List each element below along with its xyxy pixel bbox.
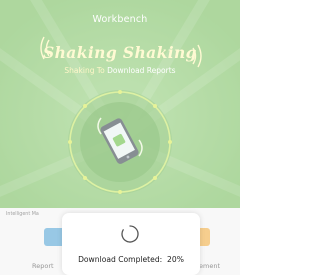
download-status-text: Download Completed: 20%	[78, 255, 184, 264]
download-status-label: Download Completed	[78, 255, 160, 264]
spinner-icon	[121, 225, 139, 243]
download-progress-value: 20%	[167, 255, 184, 264]
download-progress-toast: Download Completed: 20%	[62, 213, 200, 275]
